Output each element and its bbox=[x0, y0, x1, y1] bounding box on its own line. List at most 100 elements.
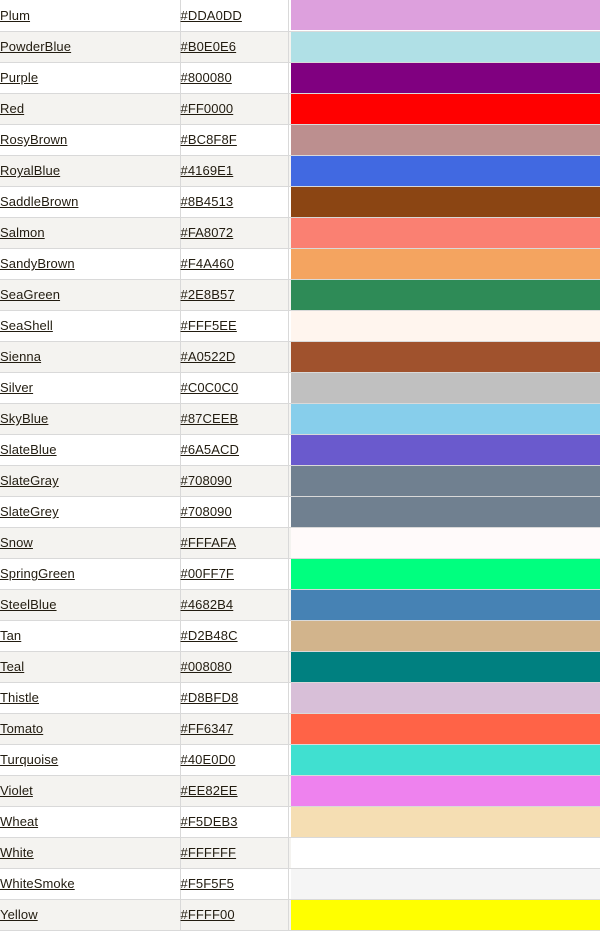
hex-code-link[interactable]: #FF6347 bbox=[181, 721, 234, 736]
hex-code-link[interactable]: #FFFFFF bbox=[181, 845, 237, 860]
color-name-link[interactable]: Wheat bbox=[0, 814, 38, 829]
color-swatch-wrapper bbox=[289, 249, 600, 279]
color-swatch-wrapper bbox=[289, 404, 600, 434]
color-name-link[interactable]: Plum bbox=[0, 8, 30, 23]
color-swatch-cell bbox=[288, 310, 600, 341]
hex-code-link[interactable]: #BC8F8F bbox=[181, 132, 237, 147]
hex-code-link[interactable]: #FFFAFA bbox=[181, 535, 237, 550]
hex-code-link[interactable]: #FF0000 bbox=[181, 101, 234, 116]
color-name-link[interactable]: White bbox=[0, 845, 34, 860]
color-swatch bbox=[291, 900, 600, 930]
color-name-link[interactable]: Yellow bbox=[0, 907, 38, 922]
hex-code-link[interactable]: #B0E0E6 bbox=[181, 39, 237, 54]
color-name-link[interactable]: Snow bbox=[0, 535, 33, 550]
color-name-link[interactable]: SaddleBrown bbox=[0, 194, 78, 209]
hex-code-link[interactable]: #708090 bbox=[181, 473, 232, 488]
table-row: SeaShell #FFF5EE bbox=[0, 310, 600, 341]
color-name-link[interactable]: RosyBrown bbox=[0, 132, 67, 147]
hex-code-link[interactable]: #2E8B57 bbox=[181, 287, 235, 302]
color-name-cell: SandyBrown bbox=[0, 248, 180, 279]
hex-code-cell: #8B4513 bbox=[180, 186, 288, 217]
hex-code-link[interactable]: #A0522D bbox=[181, 349, 236, 364]
color-swatch-wrapper bbox=[289, 435, 600, 465]
table-row: Sienna #A0522D bbox=[0, 341, 600, 372]
hex-code-link[interactable]: #4682B4 bbox=[181, 597, 234, 612]
hex-code-link[interactable]: #00FF7F bbox=[181, 566, 234, 581]
color-name-link[interactable]: SpringGreen bbox=[0, 566, 75, 581]
color-name-cell: WhiteSmoke bbox=[0, 868, 180, 899]
hex-code-link[interactable]: #87CEEB bbox=[181, 411, 239, 426]
color-name-link[interactable]: SlateGrey bbox=[0, 504, 59, 519]
color-name-link[interactable]: SteelBlue bbox=[0, 597, 57, 612]
hex-code-link[interactable]: #FA8072 bbox=[181, 225, 234, 240]
color-name-link[interactable]: Silver bbox=[0, 380, 33, 395]
hex-code-link[interactable]: #C0C0C0 bbox=[181, 380, 239, 395]
table-row: SeaGreen #2E8B57 bbox=[0, 279, 600, 310]
hex-code-link[interactable]: #008080 bbox=[181, 659, 232, 674]
hex-code-link[interactable]: #708090 bbox=[181, 504, 232, 519]
color-name-link[interactable]: WhiteSmoke bbox=[0, 876, 75, 891]
hex-code-cell: #D2B48C bbox=[180, 620, 288, 651]
hex-code-link[interactable]: #D2B48C bbox=[181, 628, 238, 643]
hex-code-cell: #FFFAFA bbox=[180, 527, 288, 558]
color-name-link[interactable]: Violet bbox=[0, 783, 33, 798]
color-swatch-wrapper bbox=[289, 683, 600, 713]
color-name-link[interactable]: SlateGray bbox=[0, 473, 59, 488]
color-name-link[interactable]: SandyBrown bbox=[0, 256, 75, 271]
color-name-link[interactable]: SeaGreen bbox=[0, 287, 60, 302]
hex-code-link[interactable]: #F5DEB3 bbox=[181, 814, 238, 829]
table-row: RosyBrown #BC8F8F bbox=[0, 124, 600, 155]
color-name-link[interactable]: Teal bbox=[0, 659, 24, 674]
hex-code-link[interactable]: #F5F5F5 bbox=[181, 876, 234, 891]
color-name-link[interactable]: Salmon bbox=[0, 225, 45, 240]
color-swatch-cell bbox=[288, 248, 600, 279]
table-row: Salmon #FA8072 bbox=[0, 217, 600, 248]
hex-code-cell: #4682B4 bbox=[180, 589, 288, 620]
hex-code-link[interactable]: #6A5ACD bbox=[181, 442, 240, 457]
color-name-link[interactable]: Tomato bbox=[0, 721, 43, 736]
table-row: Snow #FFFAFA bbox=[0, 527, 600, 558]
color-swatch bbox=[291, 0, 600, 30]
color-swatch bbox=[291, 404, 600, 434]
color-swatch bbox=[291, 280, 600, 310]
color-swatch-wrapper bbox=[289, 621, 600, 651]
color-swatch-cell bbox=[288, 682, 600, 713]
hex-code-link[interactable]: #8B4513 bbox=[181, 194, 234, 209]
hex-code-link[interactable]: #FFF5EE bbox=[181, 318, 237, 333]
hex-code-link[interactable]: #DDA0DD bbox=[181, 8, 242, 23]
hex-code-link[interactable]: #EE82EE bbox=[181, 783, 238, 798]
hex-code-link[interactable]: #4169E1 bbox=[181, 163, 234, 178]
color-swatch-cell bbox=[288, 341, 600, 372]
color-swatch-cell bbox=[288, 93, 600, 124]
color-name-link[interactable]: RoyalBlue bbox=[0, 163, 60, 178]
hex-code-cell: #708090 bbox=[180, 465, 288, 496]
color-name-link[interactable]: Red bbox=[0, 101, 24, 116]
color-name-link[interactable]: PowderBlue bbox=[0, 39, 71, 54]
color-swatch bbox=[291, 32, 600, 62]
hex-code-link[interactable]: #40E0D0 bbox=[181, 752, 236, 767]
color-swatch-wrapper bbox=[289, 280, 600, 310]
color-name-link[interactable]: Thistle bbox=[0, 690, 39, 705]
color-name-link[interactable]: SlateBlue bbox=[0, 442, 57, 457]
color-swatch bbox=[291, 435, 600, 465]
color-name-link[interactable]: Sienna bbox=[0, 349, 41, 364]
color-swatch-wrapper bbox=[289, 311, 600, 341]
color-swatch-cell bbox=[288, 806, 600, 837]
hex-code-link[interactable]: #F4A460 bbox=[181, 256, 234, 271]
color-name-link[interactable]: SeaShell bbox=[0, 318, 53, 333]
color-name-cell: Teal bbox=[0, 651, 180, 682]
color-name-link[interactable]: SkyBlue bbox=[0, 411, 48, 426]
color-name-link[interactable]: Purple bbox=[0, 70, 38, 85]
table-row: SlateGrey #708090 bbox=[0, 496, 600, 527]
color-names-table: Plum #DDA0DD PowderBlue #B0E0E6 Purple #80008… bbox=[0, 0, 600, 931]
hex-code-link[interactable]: #D8BFD8 bbox=[181, 690, 239, 705]
hex-code-link[interactable]: #800080 bbox=[181, 70, 232, 85]
color-swatch-cell bbox=[288, 62, 600, 93]
hex-code-link[interactable]: #FFFF00 bbox=[181, 907, 235, 922]
color-name-link[interactable]: Tan bbox=[0, 628, 21, 643]
color-name-cell: Wheat bbox=[0, 806, 180, 837]
color-swatch bbox=[291, 528, 600, 558]
color-name-link[interactable]: Turquoise bbox=[0, 752, 58, 767]
hex-code-cell: #FFF5EE bbox=[180, 310, 288, 341]
color-name-cell: SeaShell bbox=[0, 310, 180, 341]
